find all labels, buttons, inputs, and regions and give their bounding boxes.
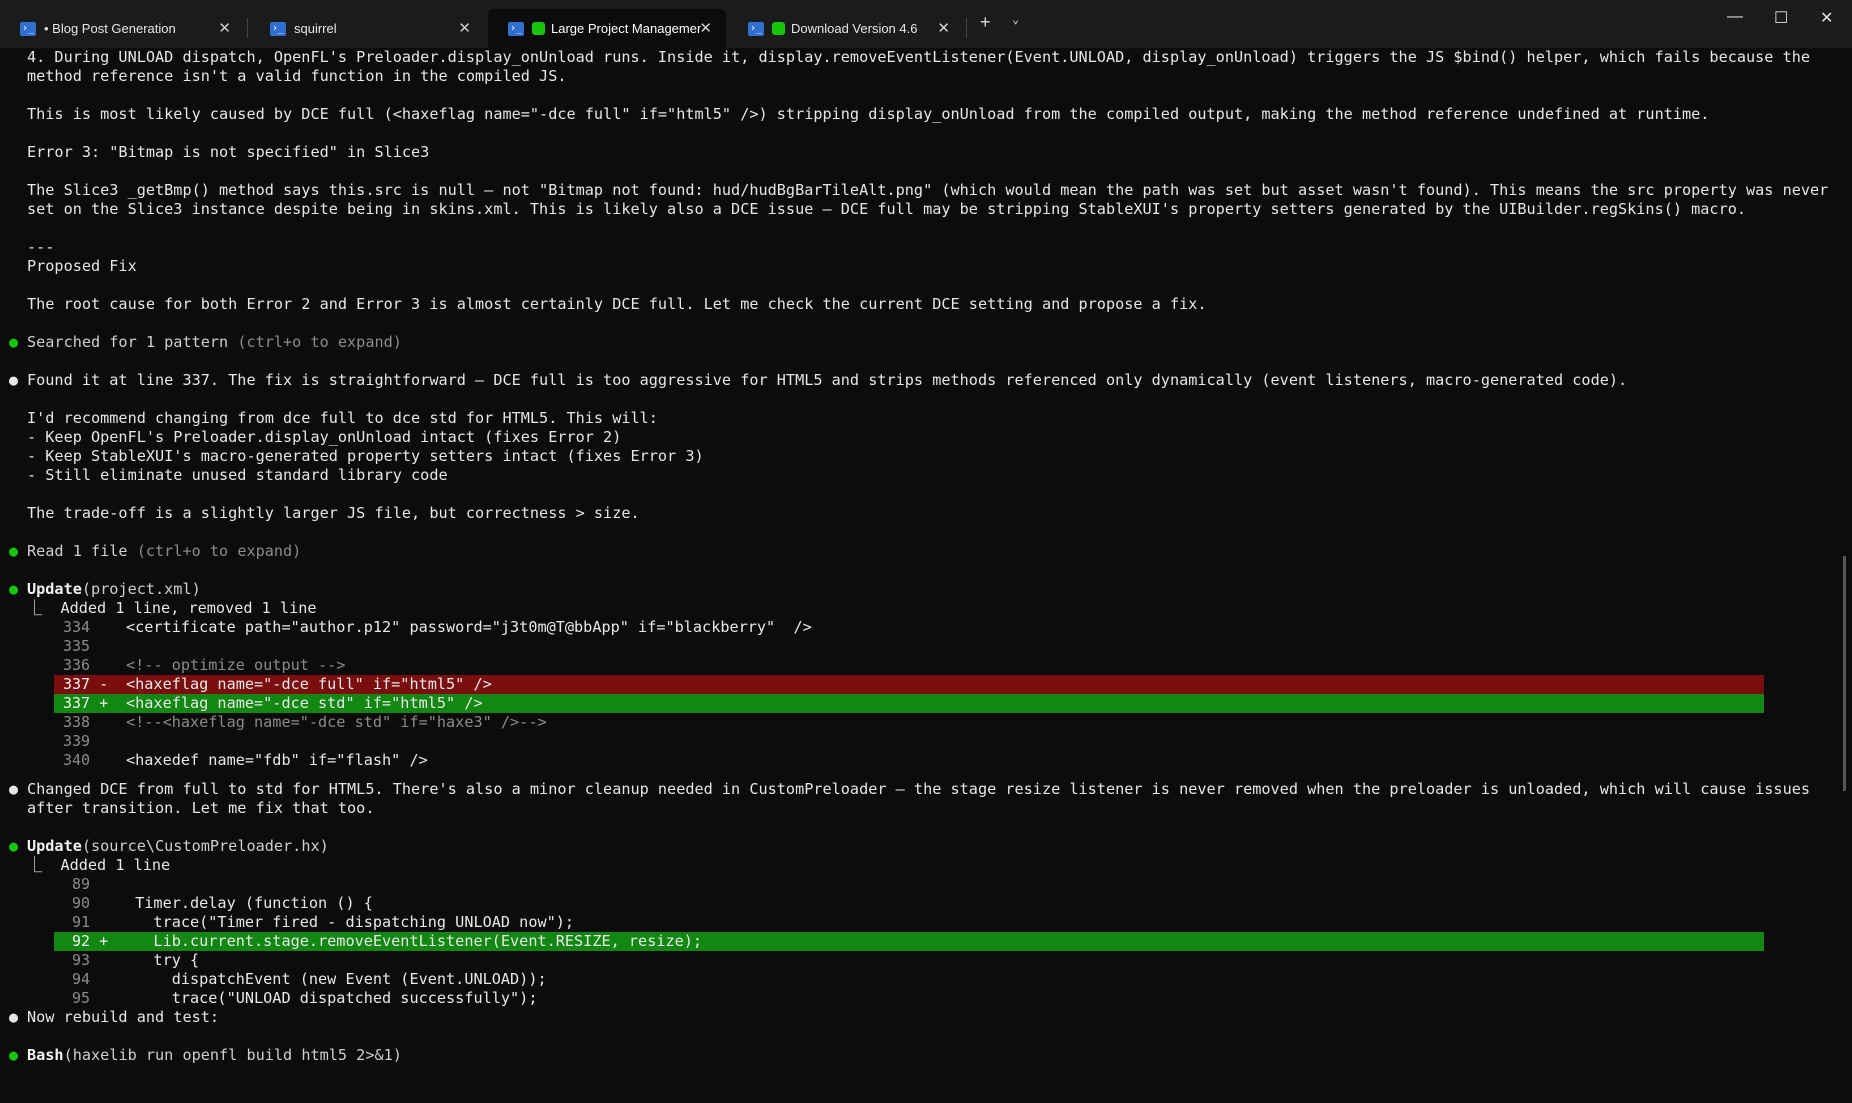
tool-call-update[interactable]: Update(source\CustomPreloader.hx) [27,837,329,856]
terminal-output[interactable]: 4. During UNLOAD dispatch, OpenFL's Prel… [0,48,1852,1103]
powershell-icon: ›_ [270,21,286,36]
line-number: 95 [63,989,109,1007]
list-item: - Keep StableXUI's macro-generated prope… [27,447,704,465]
output-line: Found it at line 337. The fix is straigh… [27,371,1628,389]
message-dot-icon: ● [9,1008,19,1026]
tab-divider [966,18,967,38]
tab-label: squirrel [294,21,337,36]
output-line: 4. During UNLOAD dispatch, OpenFL's Prel… [27,48,1811,66]
output-line: I'd recommend changing from dce full to … [27,409,658,427]
line-number: 93 [63,951,109,969]
diff-summary: ⎿ Added 1 line, removed 1 line [27,599,317,617]
code-line: dispatchEvent (new Event (Event.UNLOAD))… [126,970,547,988]
list-item: - Keep OpenFL's Preloader.display_onUnlo… [27,428,622,446]
output-line: The Slice3 _getBmp() method says this.sr… [27,181,1829,199]
new-tab-button[interactable]: + [980,12,991,33]
section-heading: Proposed Fix [27,257,137,275]
output-line: after transition. Let me fix that too. [27,799,375,817]
line-number: 340 [63,751,109,769]
line-number: 337 - [63,675,109,693]
line-number: 94 [63,970,109,988]
list-item: - Still eliminate unused standard librar… [27,466,448,484]
tool-call-search[interactable]: Searched for 1 pattern (ctrl+o to expand… [27,333,402,352]
tab-download-version[interactable]: ›_ Download Version 4.6 ✕ [728,9,964,48]
line-number: 339 [63,732,109,750]
code-line: Timer.delay (function () { [126,894,373,912]
tab-bar: ›_ • Blog Post Generation ✕ ›_ squirrel … [0,0,1852,48]
close-icon[interactable]: ✕ [937,19,950,37]
tab-blog-post-generation[interactable]: ›_ • Blog Post Generation ✕ [0,9,245,48]
expand-hint: (ctrl+o to expand) [228,333,402,351]
status-icon [772,22,785,35]
tab-label: Download Version 4.6 [791,21,918,36]
powershell-icon: ›_ [748,21,764,36]
expand-hint: (ctrl+o to expand) [127,542,302,560]
status-dot-icon: ● [9,333,19,351]
line-number: 338 [63,713,109,731]
powershell-icon: ›_ [20,21,36,36]
status-dot-icon: ● [9,1046,19,1064]
tab-dropdown-button[interactable]: ⌄ [1012,12,1019,26]
code-line: Lib.current.stage.removeEventListener(Ev… [126,932,703,950]
tool-call-bash[interactable]: Bash(haxelib run openfl build html5 2>&1… [27,1046,402,1065]
line-number: 336 [63,656,109,674]
output-line: set on the Slice3 instance despite being… [27,200,1747,218]
code-line: <haxedef name="fdb" if="flash" /> [126,751,428,769]
tool-name: Update [27,580,82,598]
maximize-button[interactable]: ☐ [1774,8,1788,28]
tab-label: • Blog Post Generation [44,21,176,36]
status-dot-icon: ● [9,580,19,598]
separator: --- [27,238,55,256]
tool-call-update[interactable]: Update(project.xml) [27,580,201,599]
diff-summary: ⎿ Added 1 line [27,856,171,874]
tab-label: Large Project Managemen [551,21,701,36]
code-line: trace("UNLOAD dispatched successfully"); [126,989,538,1007]
minimize-button[interactable]: — [1727,8,1743,26]
tool-name: Bash [27,1046,64,1064]
code-line: trace("Timer fired - dispatching UNLOAD … [126,913,575,931]
line-number: 334 [63,618,109,636]
line-number: 335 [63,637,109,655]
close-icon[interactable]: ✕ [458,19,471,37]
close-icon[interactable]: ✕ [218,19,231,37]
message-dot-icon: ● [9,780,19,798]
tool-args: (project.xml) [81,580,201,598]
output-line: The trade-off is a slightly larger JS fi… [27,504,640,522]
code-line: <haxeflag name="-dce std" if="html5" /> [126,694,483,712]
code-line: <!-- optimize output --> [126,656,346,674]
code-line: <haxeflag name="-dce full" if="html5" /> [126,675,492,693]
tool-args: (source\CustomPreloader.hx) [81,837,329,855]
line-number: 89 [63,875,109,893]
close-window-button[interactable]: ✕ [1820,8,1833,28]
tab-divider [247,18,248,38]
tool-call-read[interactable]: Read 1 file (ctrl+o to expand) [27,542,301,561]
output-line: The root cause for both Error 2 and Erro… [27,295,1207,313]
line-number: 90 [63,894,109,912]
status-dot-icon: ● [9,837,19,855]
output-line: Changed DCE from full to std for HTML5. … [27,780,1811,798]
tab-squirrel[interactable]: ›_ squirrel ✕ [250,9,485,48]
output-line: Error 3: "Bitmap is not specified" in Sl… [27,143,430,161]
status-icon [532,22,545,35]
output-line: This is most likely caused by DCE full (… [27,105,1710,123]
tab-large-project-management[interactable]: ›_ Large Project Managemen ✕ [488,9,726,48]
message-dot-icon: ● [9,371,19,389]
code-line: <certificate path="author.p12" password=… [126,618,812,636]
code-line: <!--<haxeflag name="-dce std" if="haxe3"… [126,713,547,731]
status-dot-icon: ● [9,542,19,560]
powershell-icon: ›_ [508,21,524,36]
output-line: method reference isn't a valid function … [27,67,567,85]
tool-name: Update [27,837,82,855]
read-label: Read 1 file [27,542,128,560]
output-line: Now rebuild and test: [27,1008,220,1026]
tool-args: (haxelib run openfl build html5 2>&1) [63,1046,402,1064]
line-number: 92 + [63,932,109,950]
scrollbar[interactable] [1843,556,1846,791]
line-number: 91 [63,913,109,931]
line-number: 337 + [63,694,109,712]
close-icon[interactable]: ✕ [699,19,712,37]
code-line: try { [126,951,200,969]
search-label: Searched for 1 pattern [27,333,229,351]
